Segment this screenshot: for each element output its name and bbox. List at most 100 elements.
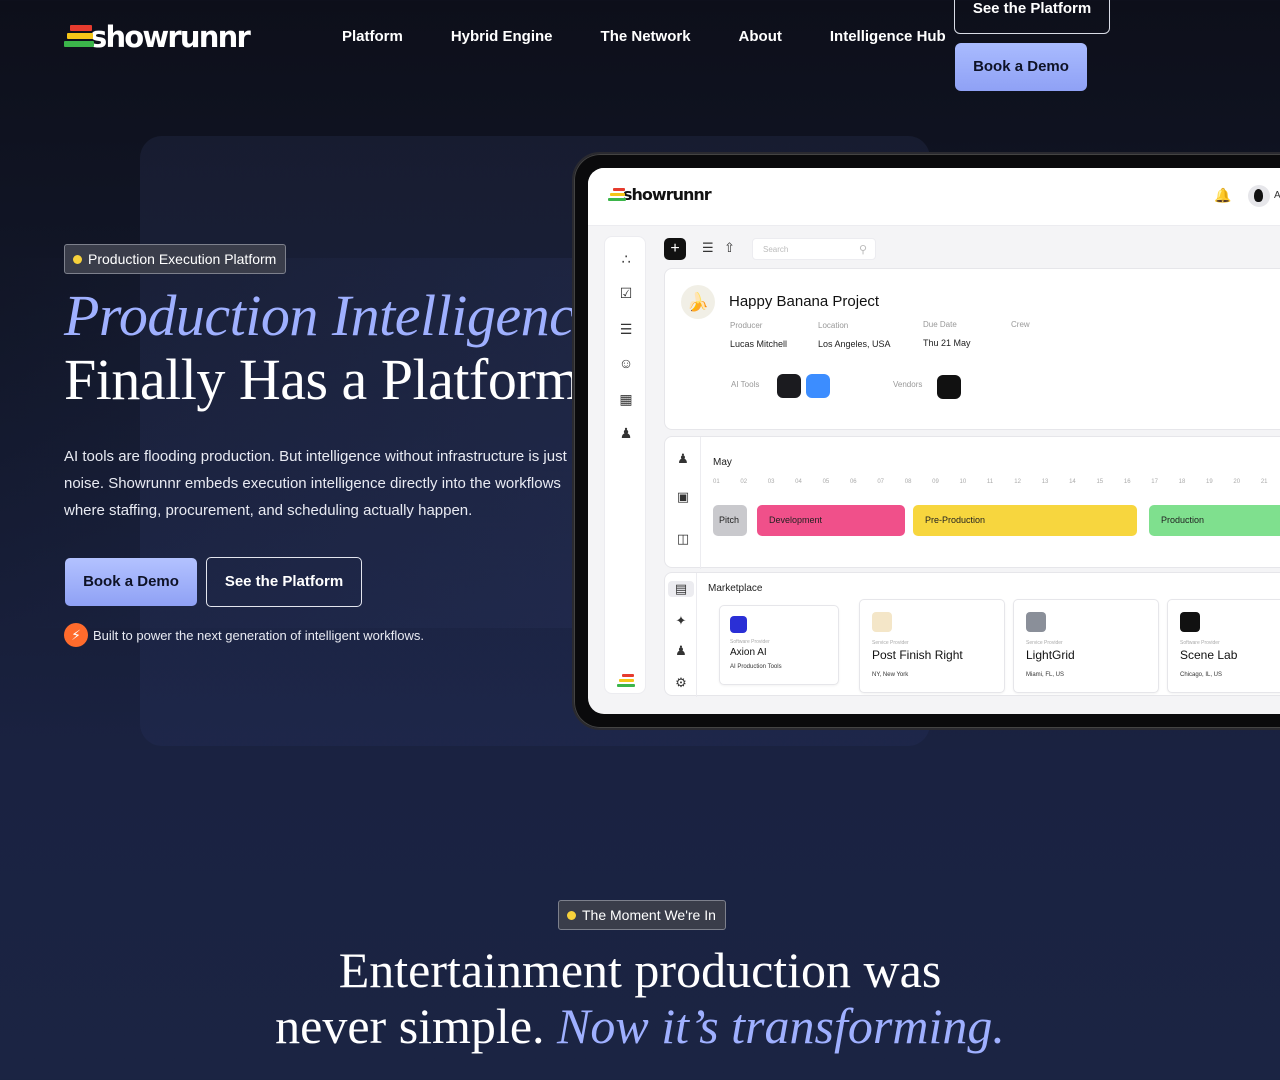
phase-bar-pre-production[interactable]: Pre-Production [913, 505, 1137, 536]
phase-bar-development[interactable]: Development [757, 505, 905, 536]
hero-badge-label: Production Execution Platform [88, 251, 277, 267]
logo-bars-icon [64, 24, 94, 50]
scene-lab-camera-icon [1180, 612, 1200, 632]
section2-title-line2: never simple. Now it’s transforming. [0, 998, 1280, 1054]
hero-title-plain: Finally Has a Platform [64, 347, 580, 412]
section2-badge-label: The Moment We're In [582, 907, 716, 923]
phase-bar-pitch[interactable]: Pitch [713, 505, 747, 536]
calendar-icon[interactable]: ▣ [665, 489, 701, 505]
upload-icon[interactable]: ⇧ [724, 240, 735, 256]
vendor-name: Post Finish Right [872, 648, 963, 662]
app-logo-text: showrunnr [623, 185, 712, 204]
app-sidebar: ∴ ☑ ☰ ☺ ▦ ♟ [604, 236, 646, 694]
vendor-location: Chicago, IL, US [1180, 672, 1223, 678]
crew-label: Crew [1011, 320, 1030, 329]
list-icon[interactable]: ☰ [605, 321, 647, 338]
due-date-value: Thu 21 May [923, 338, 971, 348]
bell-icon[interactable]: 🔔 [1214, 187, 1231, 204]
project-card[interactable]: 🍌 Happy Banana Project Producer Lucas Mi… [664, 268, 1280, 430]
section2-title-italic: Now it’s transforming. [557, 998, 1005, 1054]
add-button[interactable]: + [664, 238, 686, 260]
lightgrid-logo-icon [1026, 612, 1046, 632]
vendor-card-post-finish-right[interactable]: Service Provider Post Finish Right NY, N… [859, 599, 1005, 693]
sparkle-icon[interactable]: ✦ [665, 613, 697, 629]
vendor-name: Axion AI [730, 647, 767, 658]
nodes-icon[interactable]: ∴ [605, 251, 647, 268]
nav-link-platform[interactable]: Platform [342, 27, 403, 47]
user-gear-icon[interactable]: ♟ [665, 643, 697, 659]
phase-bar-production[interactable]: Production [1149, 505, 1280, 536]
vendor-location: AI Production Tools [730, 664, 782, 670]
hero-book-demo-button[interactable]: Book a Demo [65, 558, 197, 606]
vendor-type: Service Provider [872, 640, 909, 646]
nav-link-the-network[interactable]: The Network [601, 27, 691, 47]
vendor-type: Software Provider [1180, 640, 1220, 646]
lightning-bolt-icon: ⚡ [64, 623, 88, 647]
hero-see-platform-button[interactable]: See the Platform [206, 557, 362, 607]
timeline-card: ♟ ▣ ◫ May 01 02 03 04 05 06 07 08 09 10 11 12 … [664, 436, 1280, 569]
timeline-side-menu: ♟ ▣ ◫ [665, 437, 701, 569]
users-icon[interactable]: ♟ [605, 425, 647, 442]
search-icon: ⚲ [858, 244, 867, 256]
location-label: Location [818, 321, 849, 330]
built-note: ⚡ Built to power the next generation of … [64, 623, 424, 647]
store-icon[interactable]: ▤ [668, 581, 694, 597]
vendor-logo-icon[interactable] [937, 375, 961, 399]
project-title: Happy Banana Project [729, 293, 880, 310]
building-icon[interactable]: ▦ [605, 391, 647, 408]
nav-link-hybrid-engine[interactable]: Hybrid Engine [451, 27, 553, 47]
nav-link-intelligence-hub[interactable]: Intelligence Hub [830, 27, 946, 47]
vendors-label: Vendors [893, 380, 923, 389]
avatar[interactable] [1248, 185, 1270, 207]
hero-description: AI tools are flooding production. But in… [64, 448, 567, 519]
marketplace-card: ▤ ✦ ♟ ⚙ Marketplace Software Provider Ax… [664, 572, 1280, 697]
vendor-location: Miami, FL, US [1026, 672, 1065, 678]
badge-dot-icon [567, 910, 576, 920]
vendor-card-axion[interactable]: Software Provider Axion AI AI Production… [719, 605, 839, 685]
calendar-check-icon[interactable]: ☑ [605, 285, 647, 302]
timeline-days: 01 02 03 04 05 06 07 08 09 10 11 12 13 14 15 16 … [713, 479, 1268, 485]
vendor-card-lightgrid[interactable]: Service Provider LightGrid Miami, FL, US [1013, 599, 1159, 693]
timeline-month: May [713, 457, 732, 468]
top-nav: showrunnr Platform Hybrid Engine The Net… [0, 0, 1280, 100]
showrunnr-logo[interactable]: showrunnr [64, 20, 251, 54]
built-note-text: Built to power the next generation of in… [93, 627, 424, 643]
due-date-label: Due Date [923, 320, 957, 329]
hero-title-italic: Production Intelligence [64, 283, 600, 348]
app-screenshot: showrunnr 🔔 A ∴ ☑ ☰ ☺ ▦ ♟ + ☰ ⇧ Search ⚲… [588, 168, 1280, 714]
axion-logo-icon [730, 616, 747, 633]
search-placeholder: Search [763, 245, 789, 254]
nav-book-demo-button[interactable]: Book a Demo [955, 43, 1087, 91]
vendor-type: Service Provider [1026, 640, 1063, 646]
briefcase-icon[interactable]: ◫ [665, 531, 701, 547]
section2-title-plain: never simple. [275, 998, 545, 1054]
vendor-card-scene-lab[interactable]: Software Provider Scene Lab Chicago, IL,… [1167, 599, 1280, 693]
badge-dot-icon [73, 254, 82, 264]
sidebar-logo-bars-icon [617, 673, 635, 689]
app-logo-bars-icon [608, 187, 626, 203]
app-topbar: showrunnr 🔔 A [588, 168, 1280, 226]
app-logo: showrunnr [608, 185, 712, 204]
vendor-name: Scene Lab [1180, 648, 1238, 662]
person-icon[interactable]: ♟ [665, 451, 701, 467]
banana-icon: 🍌 [681, 285, 715, 319]
producer-label: Producer [730, 321, 763, 330]
logo-text: showrunnr [90, 20, 251, 54]
section2-title-line1: Entertainment production was [338, 942, 942, 998]
marketplace-side-menu: ▤ ✦ ♟ ⚙ [665, 573, 697, 697]
vendor-name: LightGrid [1026, 648, 1075, 662]
nav-see-platform-button[interactable]: See the Platform [954, 0, 1110, 34]
filter-icon[interactable]: ☰ [702, 240, 714, 256]
search-input[interactable]: Search ⚲ [752, 238, 876, 260]
masks-icon[interactable]: ☺ [605, 355, 647, 371]
nav-links: Platform Hybrid Engine The Network About… [342, 27, 994, 47]
resolve-icon[interactable] [777, 374, 801, 398]
hero-badge: Production Execution Platform [64, 244, 287, 274]
settings-icon[interactable]: ⚙ [665, 675, 697, 691]
marketplace-title: Marketplace [708, 583, 763, 594]
section2-badge: The Moment We're In [558, 900, 726, 930]
nav-link-about[interactable]: About [739, 27, 782, 47]
ghost-ai-icon[interactable] [806, 374, 830, 398]
location-value: Los Angeles, USA [818, 339, 891, 349]
producer-value: Lucas Mitchell [730, 339, 788, 349]
